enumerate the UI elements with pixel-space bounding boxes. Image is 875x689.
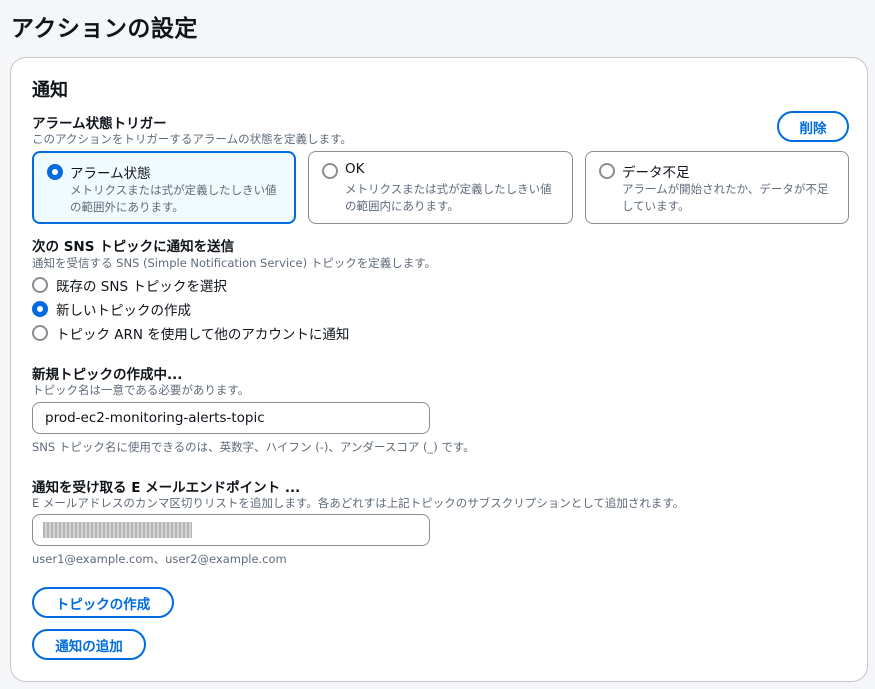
option-label: トピック ARN を使用して他のアカウントに通知 xyxy=(56,327,350,343)
remove-button[interactable]: 削除 xyxy=(777,111,849,142)
sns-label: 次の SNS トピックに通知を送信 xyxy=(32,239,235,255)
tile-description: メトリクスまたは式が定義したしきい値の範囲外にあります。 xyxy=(70,183,277,214)
tile-title: データ不足 xyxy=(622,165,690,181)
option-label: 既存の SNS トピックを選択 xyxy=(56,279,227,295)
create-topic-button[interactable]: トピックの作成 xyxy=(32,587,174,618)
new-topic-label: 新規トピックの作成中... xyxy=(32,367,183,383)
panel-title: 通知 xyxy=(32,80,68,101)
email-endpoint-hint: user1@example.com、user2@example.com xyxy=(32,552,287,566)
topic-name-hint: SNS トピック名に使用できるのは、英数字、ハイフン (-)、アンダースコア (… xyxy=(32,440,475,454)
redacted-email-value xyxy=(43,522,192,538)
tile-title: アラーム状態 xyxy=(70,166,151,182)
alarm-state-tile-in-alarm[interactable]: アラーム状態 メトリクスまたは式が定義したしきい値の範囲外にあります。 xyxy=(32,151,296,224)
alarm-state-tile-insufficient-data[interactable]: データ不足 アラームが開始されたか、データが不足しています。 xyxy=(585,151,849,224)
email-endpoint-description: E メールアドレスのカンマ区切りリストを追加します。各あどれすは上記トピックのサ… xyxy=(32,496,685,510)
email-endpoint-label: 通知を受け取る E メールエンドポイント ... xyxy=(32,480,301,496)
tile-description: メトリクスまたは式が定義したしきい値の範囲内にあります。 xyxy=(345,182,552,213)
option-label: 新しいトピックの作成 xyxy=(56,303,191,319)
sns-option-arn[interactable]: トピック ARN を使用して他のアカウントに通知 xyxy=(32,323,349,343)
radio-new-topic[interactable] xyxy=(32,301,48,317)
page-title: アクションの設定 xyxy=(11,16,198,42)
radio-topic-arn[interactable] xyxy=(32,325,48,341)
tile-description: アラームが開始されたか、データが不足しています。 xyxy=(622,182,829,213)
alarm-state-tile-ok[interactable]: OK メトリクスまたは式が定義したしきい値の範囲内にあります。 xyxy=(308,151,573,224)
sns-option-new[interactable]: 新しいトピックの作成 xyxy=(32,299,191,319)
notification-panel: 通知 アラーム状態トリガー このアクションをトリガーするアラームの状態を定義しま… xyxy=(10,57,868,682)
radio-ok[interactable] xyxy=(322,163,338,179)
sns-description: 通知を受信する SNS (Simple Notification Service… xyxy=(32,256,437,270)
new-topic-description: トピック名は一意である必要があります。 xyxy=(32,383,250,397)
sns-option-existing[interactable]: 既存の SNS トピックを選択 xyxy=(32,275,227,295)
radio-existing-topic[interactable] xyxy=(32,277,48,293)
alarm-trigger-description: このアクションをトリガーするアラームの状態を定義します。 xyxy=(32,132,352,146)
topic-name-input[interactable]: prod-ec2-monitoring-alerts-topic xyxy=(32,402,430,434)
alarm-trigger-label: アラーム状態トリガー xyxy=(32,116,167,132)
add-notification-button[interactable]: 通知の追加 xyxy=(32,629,146,660)
radio-insufficient-data[interactable] xyxy=(599,163,615,179)
radio-in-alarm[interactable] xyxy=(47,164,63,180)
tile-title: OK xyxy=(345,161,365,177)
email-endpoint-input[interactable] xyxy=(32,514,430,546)
